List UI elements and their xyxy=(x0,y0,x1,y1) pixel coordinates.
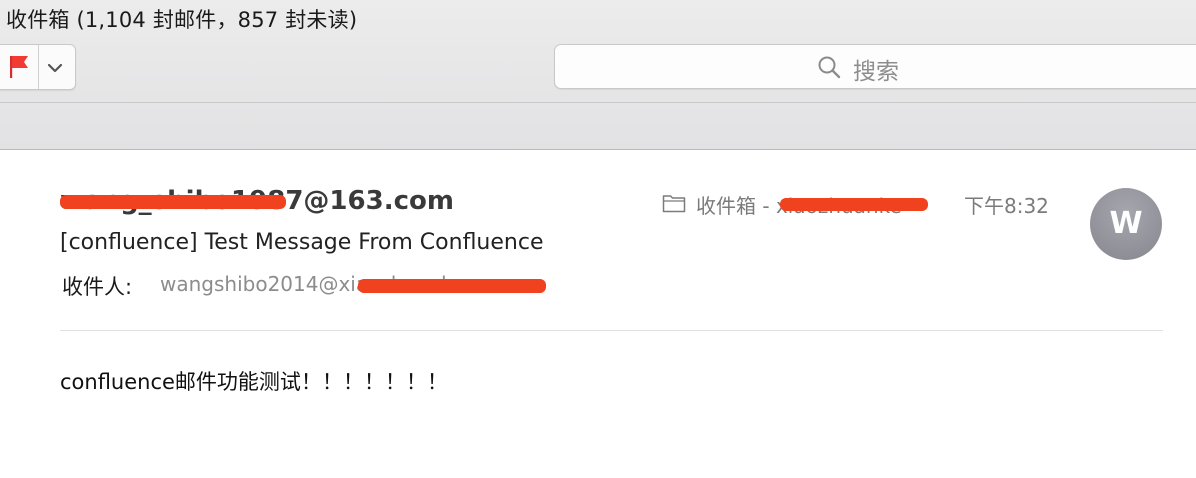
message-time: 下午8:32 xyxy=(964,194,1049,218)
sender-avatar[interactable]: W xyxy=(1090,188,1162,260)
toolbar-divider xyxy=(0,102,1196,103)
chevron-down-icon xyxy=(47,63,63,73)
flag-icon xyxy=(10,56,28,78)
search-placeholder: 搜索 xyxy=(853,59,899,85)
toolbar-bottom-border xyxy=(0,149,1196,150)
window-title: 收件箱 (1,104 封邮件，857 封未读) xyxy=(6,8,358,32)
message-body: confluence邮件功能测试！！！！！！！ xyxy=(60,370,448,394)
recipient-label: 收件人: xyxy=(62,275,133,299)
mailbox-name: 收件箱 - xyxy=(696,194,776,218)
flag-button-group xyxy=(0,44,76,90)
mailbox-redaction-mark xyxy=(780,198,928,211)
header-divider xyxy=(60,330,1163,331)
search-icon xyxy=(818,56,841,79)
sender-redaction-mark xyxy=(60,195,286,209)
flag-menu-button[interactable] xyxy=(39,45,75,89)
recipient-redaction-mark xyxy=(358,279,546,293)
message-subject: [confluence] Test Message From Confluenc… xyxy=(60,230,544,255)
flag-button[interactable] xyxy=(1,45,37,89)
toolbar-area: 收件箱 (1,104 封邮件，857 封未读) 搜索 xyxy=(0,0,1196,150)
search-input[interactable]: 搜索 xyxy=(554,44,1196,89)
folder-icon xyxy=(662,195,686,213)
